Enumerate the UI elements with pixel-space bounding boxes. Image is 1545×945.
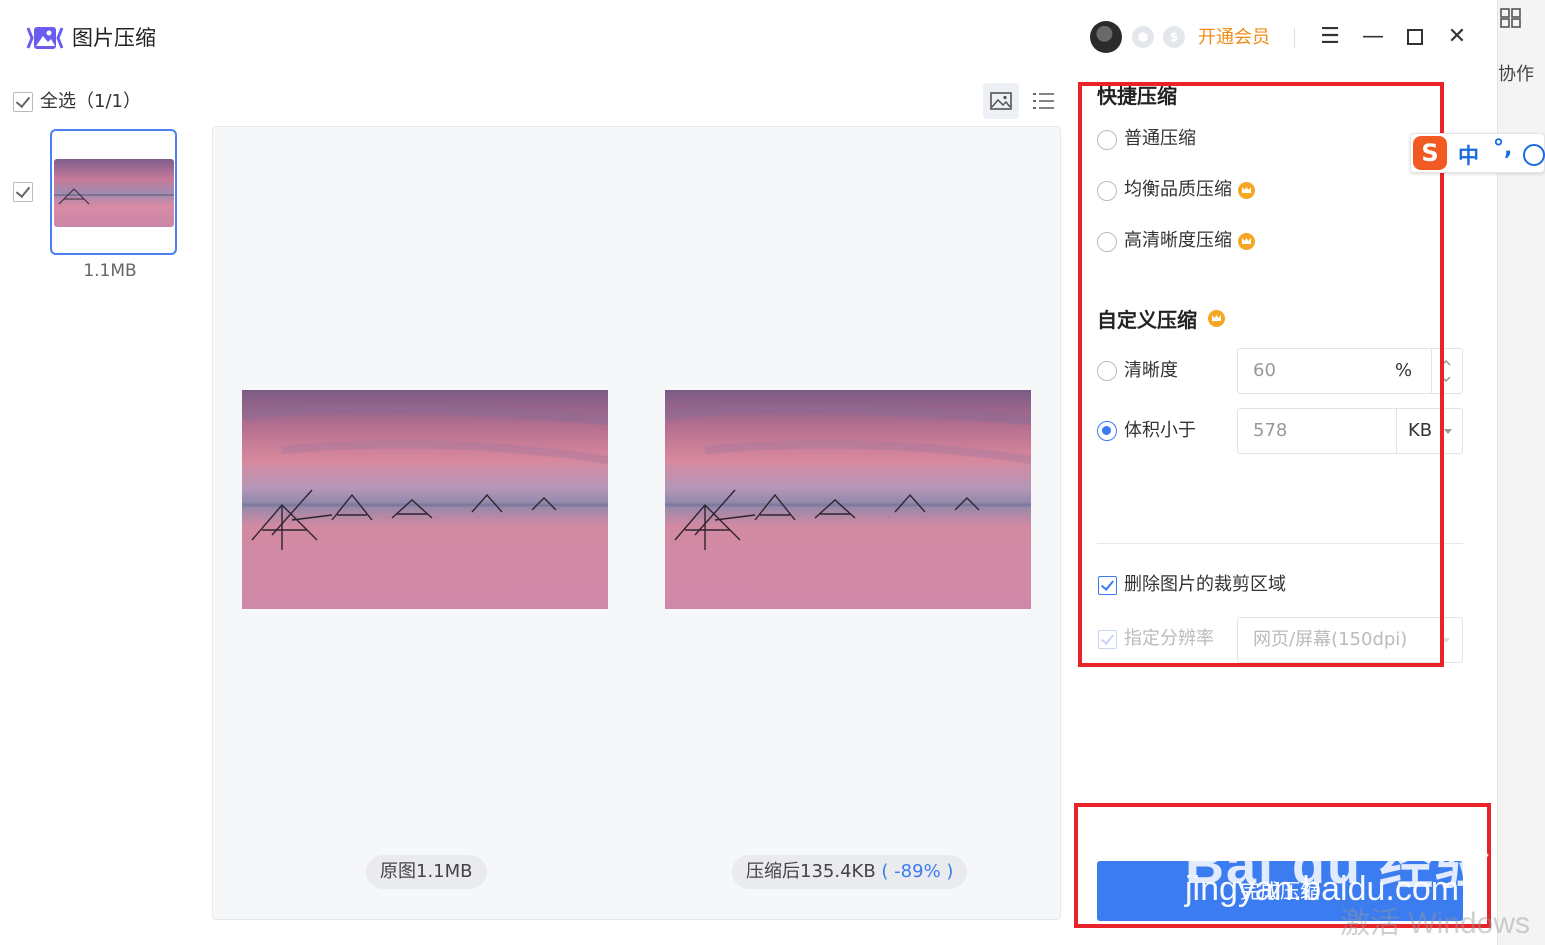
compressed-size-pill: 压缩后135.4KB ( -89% ) xyxy=(732,855,968,889)
open-vip-link[interactable]: 开通会员 xyxy=(1198,24,1270,52)
list-view-toggle[interactable] xyxy=(1025,83,1061,119)
image-view-icon xyxy=(990,92,1012,110)
app-title: 图片压缩 xyxy=(72,26,156,50)
compressed-size-label: 压缩后135.4KB xyxy=(746,861,876,882)
select-all-checkbox[interactable] xyxy=(13,92,33,112)
sogou-logo-icon[interactable]: S xyxy=(1413,136,1447,170)
thumbnail-image xyxy=(54,159,174,227)
ime-toolbar[interactable]: S 中 °, xyxy=(1410,133,1545,173)
maximize-icon[interactable] xyxy=(1400,22,1430,52)
close-icon[interactable]: ✕ xyxy=(1442,22,1472,52)
reduction-percent: ( -89% ) xyxy=(881,861,954,882)
select-all-label: 全选（1/1） xyxy=(40,91,141,112)
svip-badge-icon[interactable]: $ xyxy=(1163,26,1185,48)
original-image xyxy=(242,390,608,609)
image-compress-window: 图片压缩 ⬢ $ 开通会员 ☰ — ✕ 全选（1/1） 1.1MB 原图1.1M… xyxy=(0,0,1497,945)
original-size-pill: 原图1.1MB xyxy=(366,855,487,889)
grid-apps-icon[interactable] xyxy=(1498,7,1524,29)
collab-label[interactable]: 协作 xyxy=(1498,60,1534,86)
menu-icon[interactable]: ☰ xyxy=(1315,22,1345,52)
windows-activate-watermark: 激活 Windows xyxy=(1340,907,1531,940)
grid-view-toggle[interactable] xyxy=(983,83,1019,119)
ime-punctuation[interactable]: °, xyxy=(1493,136,1512,161)
ime-mode[interactable]: 中 xyxy=(1458,140,1479,170)
original-size-label: 原图1.1MB xyxy=(380,861,473,882)
titlebar-separator xyxy=(1294,28,1295,48)
compressed-image xyxy=(665,390,1031,609)
annotation-box-settings xyxy=(1078,82,1444,667)
user-avatar[interactable] xyxy=(1090,21,1122,53)
app-logo-icon xyxy=(26,27,64,49)
thumbnail-size: 1.1MB xyxy=(83,261,137,281)
preview-area: 原图1.1MB 压缩后135.4KB ( -89% ) xyxy=(212,126,1061,920)
image-thumbnail[interactable] xyxy=(50,129,177,255)
list-view-icon xyxy=(1033,93,1054,109)
membership-shield-icon[interactable]: ⬢ xyxy=(1132,26,1154,48)
emoji-icon[interactable] xyxy=(1523,144,1545,166)
item-checkbox[interactable] xyxy=(13,182,33,202)
minimize-icon[interactable]: — xyxy=(1358,22,1388,52)
